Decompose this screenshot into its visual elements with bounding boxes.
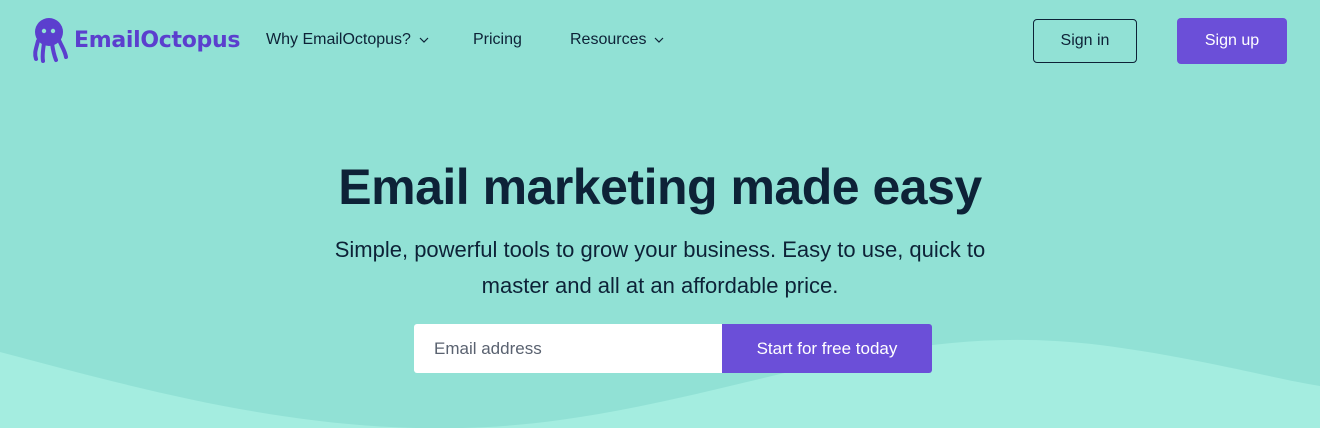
brand-name: EmailOctopus bbox=[74, 27, 241, 53]
start-free-button[interactable]: Start for free today bbox=[722, 324, 932, 373]
sign-in-button[interactable]: Sign in bbox=[1033, 19, 1137, 63]
chevron-down-icon bbox=[419, 37, 429, 43]
logo[interactable]: EmailOctopus bbox=[32, 17, 240, 63]
hero-subtitle: Simple, powerful tools to grow your busi… bbox=[334, 237, 986, 298]
email-input[interactable] bbox=[414, 324, 722, 373]
nav-item-label: Resources bbox=[570, 31, 647, 48]
nav-why-emailoctopus[interactable]: Why EmailOctopus? bbox=[266, 31, 429, 49]
nav-resources[interactable]: Resources bbox=[570, 31, 664, 49]
nav-pricing[interactable]: Pricing bbox=[473, 31, 522, 49]
hero-title: Email marketing made easy bbox=[338, 159, 982, 215]
octopus-icon bbox=[33, 18, 68, 63]
signup-form: Start for free today bbox=[414, 324, 932, 373]
nav-item-label: Pricing bbox=[473, 31, 522, 48]
nav-item-label: Why EmailOctopus? bbox=[266, 31, 411, 48]
sign-up-button[interactable]: Sign up bbox=[1177, 18, 1287, 64]
chevron-down-icon bbox=[655, 37, 664, 43]
top-navigation: EmailOctopus Why EmailOctopus? Pricing R… bbox=[0, 0, 1320, 82]
